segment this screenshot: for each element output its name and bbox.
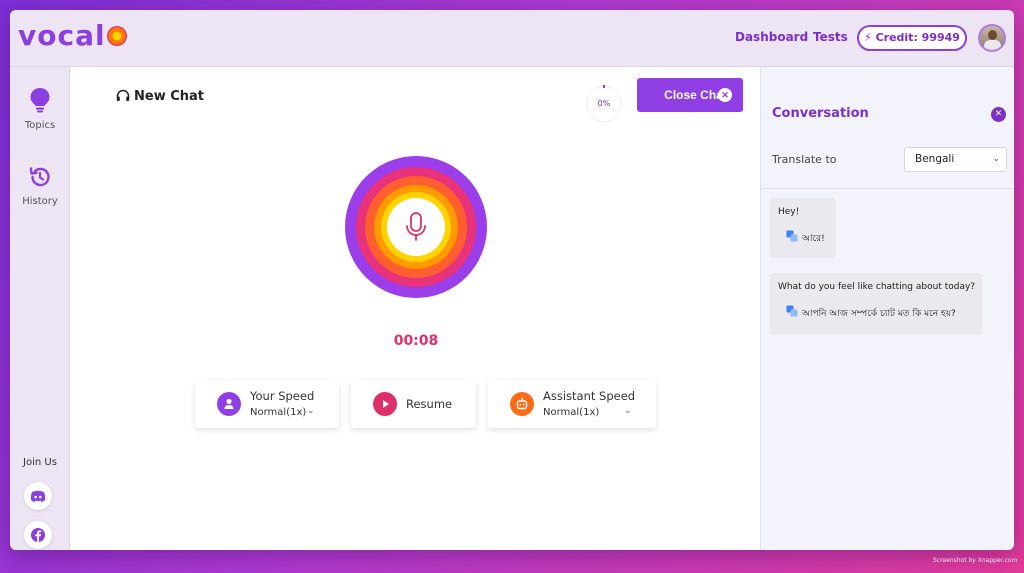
credit-badge[interactable]: ⚡ Credit: 99949 [857, 25, 967, 51]
app-window: vocal Dashboard Tests ⚡ Credit: 99949 To… [10, 10, 1014, 550]
progress-indicator: 0% [587, 85, 621, 121]
bulb-icon [30, 88, 50, 113]
message-text: What do you feel like chatting about tod… [778, 282, 976, 292]
translate-icon [786, 230, 798, 242]
chevron-down-icon: ⌄ [307, 406, 315, 416]
chat-timer: 00:08 [393, 333, 439, 349]
join-us-label: Join Us [23, 457, 57, 468]
sidebar-item-topics[interactable]: Topics [10, 87, 70, 131]
history-icon [29, 167, 50, 187]
play-icon [373, 392, 397, 416]
translate-label: Translate to [772, 153, 837, 166]
translate-icon [786, 305, 798, 317]
avatar[interactable] [978, 24, 1006, 52]
microphone-icon [406, 212, 426, 241]
vocalo-logo[interactable]: vocal [18, 19, 127, 52]
close-icon: ✕ [718, 88, 732, 102]
assistant-speed-value: Normal(1x) [543, 407, 600, 418]
conversation-panel: Conversation ✕ Translate to Bengali ⌄ He… [760, 67, 1014, 550]
sidebar-item-label: History [22, 196, 58, 207]
resume-label: Resume [406, 397, 453, 411]
message-bubble: What do you feel like chatting about tod… [770, 273, 982, 334]
nav-tests[interactable]: Tests [813, 30, 848, 44]
message-translation: আপনি আজ সম্পর্কে চ্যাট মত কি মনে হয়? [802, 309, 956, 319]
avatar-body [984, 40, 1001, 50]
your-speed-title: Your Speed [250, 389, 315, 403]
message-bubble: Hey! আরে! [770, 198, 836, 258]
language-value: Bengali [915, 153, 955, 165]
chevron-down-icon: ⌄ [992, 154, 1000, 164]
discord-icon [30, 490, 46, 502]
facebook-icon [31, 528, 45, 542]
sidebar: Topics History Join Us [10, 67, 70, 550]
message-text: Hey! [778, 207, 800, 217]
your-speed-value: Normal(1x) [250, 407, 307, 418]
sidebar-item-history[interactable]: History [10, 165, 70, 207]
user-icon [217, 392, 241, 416]
language-select[interactable]: Bengali ⌄ [904, 147, 1007, 172]
message-translation: আরে! [802, 234, 825, 244]
headphones-icon [116, 89, 130, 101]
facebook-button[interactable] [24, 521, 52, 549]
assistant-speed-title: Assistant Speed [543, 389, 636, 403]
chevron-down-icon: ⌄ [624, 406, 632, 416]
avatar-head [988, 30, 997, 40]
assistant-speed-dropdown[interactable]: Assistant Speed Normal(1x) ⌄ [488, 380, 656, 428]
resume-button[interactable]: Resume [351, 380, 476, 428]
sidebar-item-label: Topics [24, 120, 56, 131]
robot-icon [510, 392, 534, 416]
close-chat-button[interactable]: Close Chat ✕ [637, 78, 743, 112]
mic-center [387, 198, 445, 256]
logo-o-icon [106, 26, 127, 46]
chat-title: New Chat [116, 89, 204, 104]
chat-main: New Chat 0% Close Chat ✕ 00:08 Your Spee… [70, 67, 760, 550]
your-speed-dropdown[interactable]: Your Speed Normal(1x) ⌄ [195, 380, 339, 428]
mic-record-button[interactable] [345, 156, 487, 298]
top-bar: vocal Dashboard Tests ⚡ Credit: 99949 [10, 10, 1014, 67]
conversation-title: Conversation [772, 106, 869, 121]
close-panel-icon[interactable]: ✕ [991, 107, 1006, 122]
watermark: Screenshot by Xnapper.com [933, 557, 1018, 564]
discord-button[interactable] [24, 482, 52, 510]
nav-dashboard[interactable]: Dashboard [735, 30, 808, 44]
panel-divider [761, 188, 1014, 189]
